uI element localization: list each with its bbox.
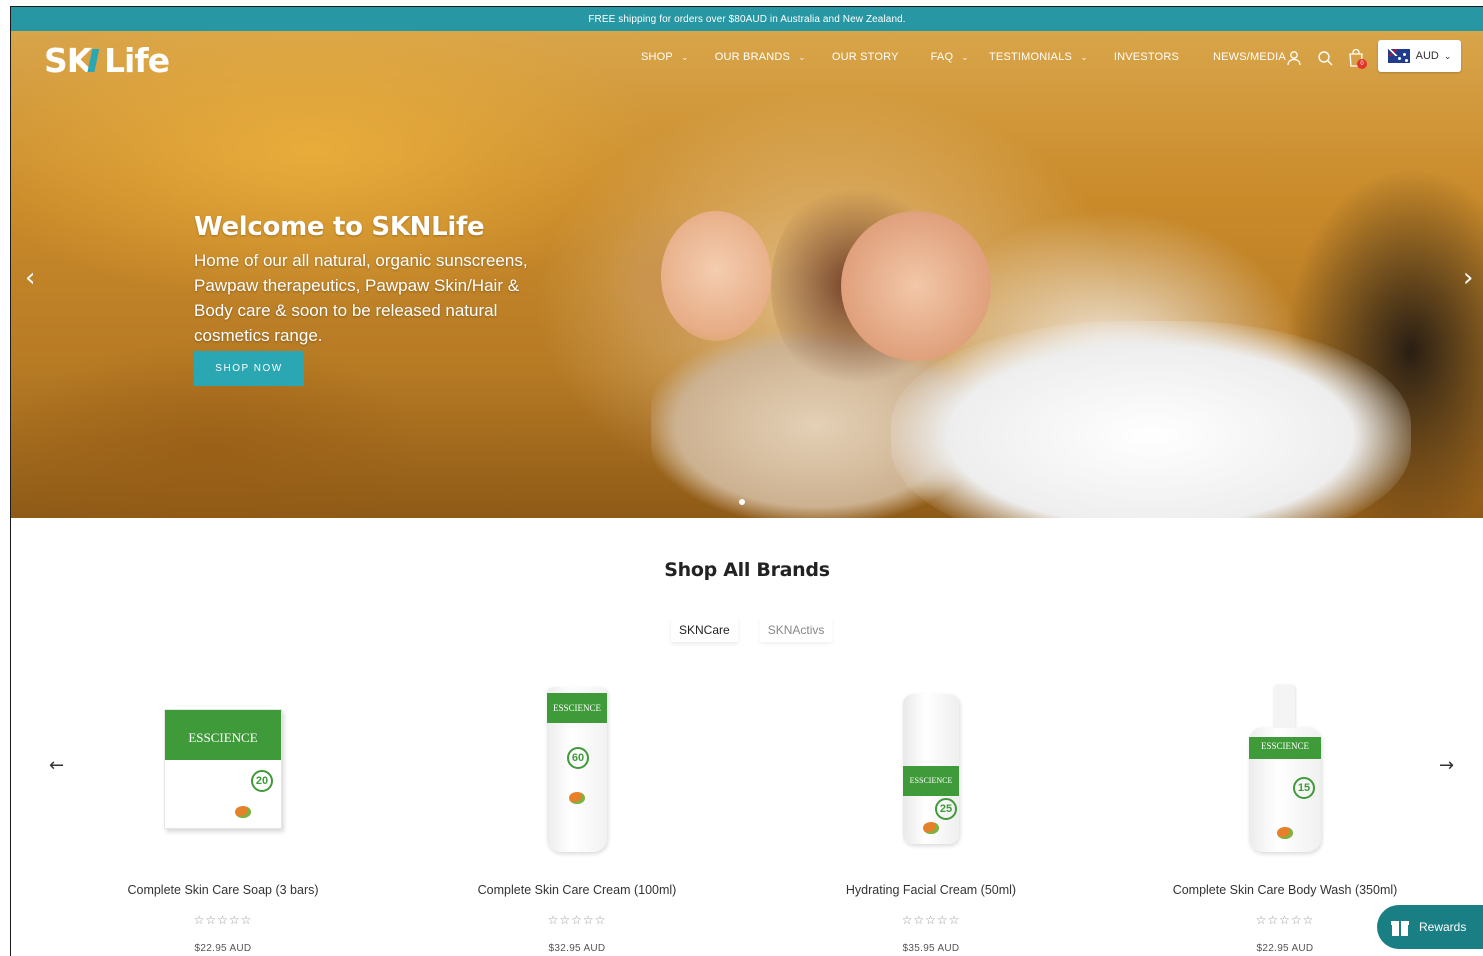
spf-badge: 60 [567,746,589,769]
cart-count-badge: 0 [1357,59,1367,69]
chevron-down-icon: ⌄ [798,51,806,62]
tab-skncare[interactable]: SKNCare [671,618,738,642]
nav-label: OUR STORY [831,51,899,63]
product-card[interactable]: ESSCIENCE 60 Complete Skin Care Cream (1… [427,679,727,954]
nav-label: TESTIMONIALS [988,51,1073,63]
logo-mark: SK Life [44,41,170,80]
rewards-label: Rewards [1419,920,1467,934]
hero-banner: Welcome to SKNLife Home of our all natur… [11,31,1483,518]
header: SK Life SHOP ⌄ OUR BRANDS ⌄ OUR STORY FAQ ⌄… [11,31,1483,85]
nav-label: OUR BRANDS [714,51,791,63]
product-price: $32.95 AUD [548,943,606,954]
nav-label: FAQ [930,51,954,63]
star-rating: ☆☆☆☆☆ [901,913,961,927]
nav-item-testimonials[interactable]: TESTIMONIALS ⌄ [989,51,1088,63]
slide-indicator-dot[interactable] [739,499,745,505]
cream-tube-image: ESSCIENCE 60 [547,686,607,852]
tab-sknactivs[interactable]: SKNActivs [760,618,833,642]
product-name[interactable]: Hydrating Facial Cream (50ml) [781,883,1081,897]
brand-tabs: SKNCare SKNActivs [671,618,854,642]
product-image[interactable]: ESSCIENCE 25 [781,679,1081,859]
shop-now-button[interactable]: SHOP NOW [194,351,304,386]
nav-item-news-media[interactable]: NEWS/MEDIA [1213,51,1286,63]
nav-label: INVESTORS [1113,51,1179,63]
product-card[interactable]: ESSCIENCE 25 Hydrating Facial Cream (50m… [781,679,1081,954]
product-image[interactable]: ESSCIENCE 60 [427,679,727,859]
product-price: $22.95 AUD [194,943,252,954]
pawpaw-icon [569,791,585,804]
product-image[interactable]: ESSCIENCE 15 [1135,679,1435,859]
body-wash-bottle-image: ESSCIENCE 15 [1249,684,1321,852]
chevron-down-icon: ⌄ [680,51,689,62]
pump-head [1273,684,1295,727]
facial-cream-pump-image: ESSCIENCE 25 [903,694,959,844]
star-rating: ☆☆☆☆☆ [547,913,607,927]
hero-subtitle: Home of our all natural, organic sunscre… [194,251,528,345]
product-price: $35.95 AUD [902,943,960,954]
star-rating: ☆☆☆☆☆ [193,913,253,927]
hero-photo-mother-shirt [891,321,1411,518]
hero-next-arrow-icon[interactable]: › [1463,263,1473,293]
chevron-down-icon: ⌄ [1443,50,1452,61]
product-name[interactable]: Complete Skin Care Body Wash (350ml) [1135,883,1435,897]
product-name[interactable]: Complete Skin Care Cream (100ml) [427,883,727,897]
soap-box-image: ESSCIENCE 20 [164,709,282,829]
chevron-down-icon: ⌄ [961,51,969,62]
pawpaw-icon [235,806,251,818]
browser-frame: FREE shipping for orders over $80AUD in … [10,6,1483,956]
nav-item-investors[interactable]: INVESTORS [1114,51,1179,63]
spf-badge: 20 [251,770,273,792]
product-card[interactable]: ESSCIENCE 20 Complete Skin Care Soap (3 … [73,679,373,954]
nav-item-faq[interactable]: FAQ ⌄ [931,51,969,63]
chevron-down-icon: ⌄ [1080,51,1088,62]
logo[interactable]: SK Life [44,41,172,89]
announcement-bar: FREE shipping for orders over $80AUD in … [11,7,1483,31]
hero-photo-mother-face [841,211,991,361]
nav-label: NEWS/MEDIA [1213,51,1286,63]
product-carousel: ESSCIENCE 20 Complete Skin Care Soap (3 … [41,679,1461,956]
hero-prev-arrow-icon[interactable]: ‹ [25,263,35,293]
section-title: Shop All Brands [664,559,830,581]
currency-label: AUD [1415,50,1439,62]
pawpaw-icon [923,822,939,834]
search-icon[interactable] [1314,47,1336,69]
main-nav: SHOP ⌄ OUR BRANDS ⌄ OUR STORY FAQ ⌄ TESTIMO… [641,51,1312,63]
cart-icon[interactable]: 0 [1345,47,1367,69]
nav-item-our-story[interactable]: OUR STORY [832,51,899,63]
product-image[interactable]: ESSCIENCE 20 [73,679,373,859]
svg-text:Life: Life [104,41,169,80]
gift-icon [1391,918,1409,936]
nav-label: SHOP [641,51,673,63]
product-name[interactable]: Complete Skin Care Soap (3 bars) [73,883,373,897]
hero-title: Welcome to SKNLife [194,212,485,242]
spf-badge: 15 [1293,776,1315,799]
pawpaw-icon [1277,826,1293,839]
hero-text-block: Welcome to SKNLife Home of our all natur… [194,212,554,348]
currency-selector[interactable]: AUD ⌄ [1378,40,1461,72]
announcement-text: FREE shipping for orders over $80AUD in … [588,13,906,25]
account-icon[interactable] [1283,47,1305,69]
nav-item-shop[interactable]: SHOP ⌄ [641,51,689,63]
header-icons: 0 [1283,47,1376,69]
rewards-button[interactable]: Rewards [1377,905,1483,949]
svg-text:SK: SK [44,41,94,80]
spf-badge: 25 [935,798,957,820]
australia-flag-icon [1387,49,1410,63]
hero-photo-child-face [661,211,771,341]
nav-item-our-brands[interactable]: OUR BRANDS ⌄ [715,51,806,63]
